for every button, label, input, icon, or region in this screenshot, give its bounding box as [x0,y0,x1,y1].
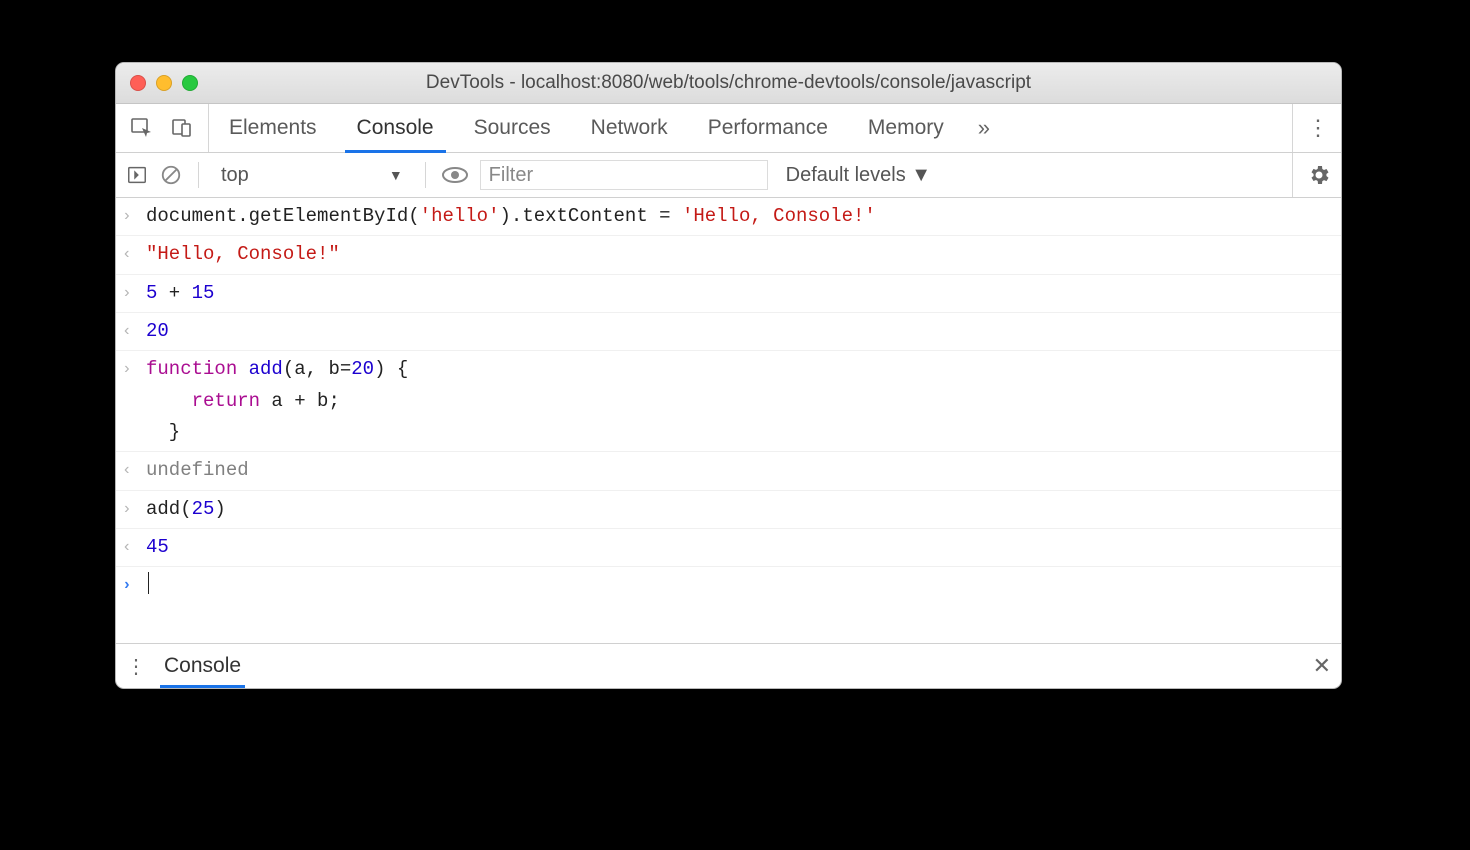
tabs-overflow-button[interactable]: » [964,115,1004,141]
log-levels-selector[interactable]: Default levels ▼ [780,164,937,187]
live-expression-icon[interactable] [442,165,468,185]
console-input-row: ›5 + 15 [116,275,1341,313]
code-text: "Hello, Console!" [146,239,340,270]
code-text: 5 + 15 [146,278,214,309]
console-input-row: ›document.getElementById('hello').textCo… [116,198,1341,236]
toggle-sidebar-icon[interactable] [126,164,148,186]
main-menu-button[interactable]: ⋮ [1307,115,1327,141]
console-prompt-row[interactable]: › [116,567,1341,604]
tab-sources[interactable]: Sources [454,104,571,152]
prompt-marker-icon: › [122,570,146,598]
console-input-row: ›function add(a, b=20) { return a + b; } [116,351,1341,452]
input-marker-icon: › [122,278,146,306]
console-input-row: ›add(25) [116,491,1341,529]
output-marker-icon: ‹ [122,455,146,483]
code-text: document.getElementById('hello').textCon… [146,201,876,232]
console-toolbar: top ▼ Default levels ▼ [116,153,1341,198]
code-text: undefined [146,455,249,486]
tab-memory[interactable]: Memory [848,104,964,152]
code-text: add(25) [146,494,226,525]
drawer: ⋮ Console ✕ [116,643,1341,688]
output-marker-icon: ‹ [122,532,146,560]
tab-performance[interactable]: Performance [688,104,848,152]
output-marker-icon: ‹ [122,239,146,267]
tab-elements[interactable]: Elements [209,104,337,152]
tab-console[interactable]: Console [337,104,454,152]
prompt-input[interactable] [146,570,149,601]
chevron-down-icon: ▼ [389,167,403,183]
drawer-menu-button[interactable]: ⋮ [126,654,146,679]
minimize-window-button[interactable] [156,75,172,91]
toolbar-left-icons [116,104,209,152]
devtools-window: DevTools - localhost:8080/web/tools/chro… [115,62,1342,689]
window-title: DevTools - localhost:8080/web/tools/chro… [116,72,1341,94]
clear-console-icon[interactable] [160,164,182,186]
inspect-element-icon[interactable] [130,116,154,140]
output-marker-icon: ‹ [122,316,146,344]
window-controls [130,75,198,91]
close-window-button[interactable] [130,75,146,91]
console-output-row: ‹undefined [116,452,1341,490]
code-text: 20 [146,316,169,347]
console-output-row: ‹20 [116,313,1341,351]
close-drawer-icon[interactable]: ✕ [1313,653,1331,679]
zoom-window-button[interactable] [182,75,198,91]
panel-tabs: ElementsConsoleSourcesNetworkPerformance… [209,104,964,152]
console-output-row: ‹"Hello, Console!" [116,236,1341,274]
toggle-device-icon[interactable] [170,116,194,140]
code-text: function add(a, b=20) { return a + b; } [146,354,408,448]
input-marker-icon: › [122,201,146,229]
filter-input[interactable] [480,160,768,190]
console-settings-icon[interactable] [1292,153,1331,197]
main-tabbar: ElementsConsoleSourcesNetworkPerformance… [116,104,1341,153]
input-marker-icon: › [122,494,146,522]
tab-network[interactable]: Network [571,104,688,152]
console-output-row: ‹45 [116,529,1341,567]
code-text: 45 [146,532,169,563]
input-marker-icon: › [122,354,146,382]
window-titlebar: DevTools - localhost:8080/web/tools/chro… [116,63,1341,104]
execution-context-selector[interactable]: top ▼ [215,162,409,189]
console-output[interactable]: ›document.getElementById('hello').textCo… [116,198,1341,643]
context-label: top [221,164,249,187]
drawer-tab-console[interactable]: Console [160,646,245,686]
